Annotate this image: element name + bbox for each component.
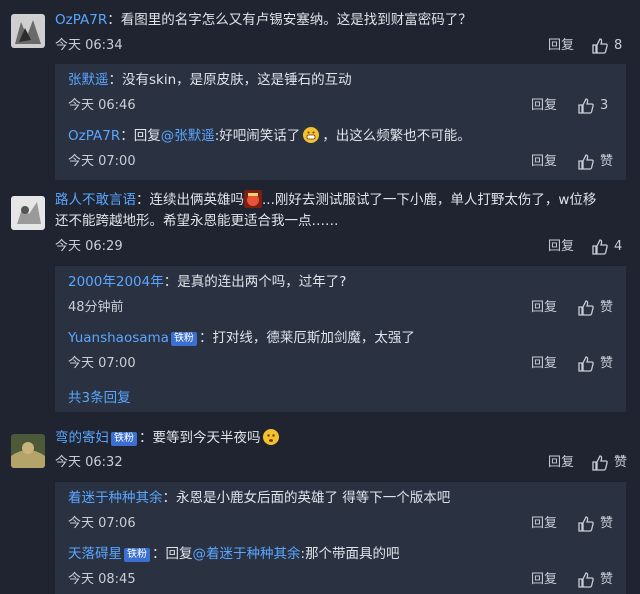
comment-text: 弯的寄妇 铁粉 ：要等到今天半夜吗 [55,428,626,449]
reply-item: 天落碍星 铁粉 ：回复@着迷于种种其余:那个带面具的吧 今天 08:45 回复 赞 [68,544,626,591]
thumbs-up-icon [592,239,608,255]
username-link[interactable]: OzPA7R [55,12,107,28]
mention-link[interactable]: @张默遥 [161,128,215,144]
reply-meta: 今天 08:45 回复 赞 [68,569,626,591]
fan-badge: 铁粉 [111,432,137,446]
reply-item: 着迷于种种其余：永恩是小鹿女后面的英雄了 得等下一个版本吧 今天 07:06 回… [68,488,626,535]
thumbs-up-icon [578,572,594,588]
like-count: 8 [614,38,623,53]
sticker-icon [244,190,262,208]
reply-username[interactable]: 着迷于种种其余 [68,490,163,506]
username-link[interactable]: 弯的寄妇 [55,430,109,446]
worried-emoji-icon [262,429,279,445]
comment-item: 弯的寄妇 铁粉 ：要等到今天半夜吗 今天 06:32 回复 赞 着迷于种种其余：永恩… [0,422,640,594]
thumbs-up-icon [578,154,594,170]
reply-meta: 今天 07:00 回复 赞 [68,353,626,375]
like-button[interactable]: 赞 [578,353,614,375]
like-count: 3 [600,98,609,113]
like-button[interactable]: 3 [578,95,614,117]
fan-badge: 铁粉 [170,332,197,346]
timestamp: 今天 06:32 [55,455,123,470]
reply-body: 没有skin，是原皮肤，这是锤石的互动 [122,72,352,88]
thumbs-up-icon [578,98,594,114]
comment-meta: 今天 06:34 回复 8 [55,35,640,57]
reply-meta: 今天 06:46 回复 3 [68,95,626,117]
timestamp: 今天 07:00 [68,154,136,169]
timestamp: 48分钟前 [68,300,124,315]
comment-feed: OzPA7R：看图里的名字怎么又有卢锡安塞纳。这是找到财富密码了？ 今天 06:… [0,0,640,594]
comment-item: OzPA7R：看图里的名字怎么又有卢锡安塞纳。这是找到财富密码了？ 今天 06:… [0,0,640,180]
reply-button[interactable]: 回复 [548,452,574,474]
comment-text: 路人不敢言语：连续出俩英雄吗 ...刚好去测试服试了一下小鹿，单人打野太伤了，w位… [55,190,597,229]
timestamp: 今天 06:46 [68,98,136,113]
mention-link[interactable]: @着迷于种种其余 [193,546,301,562]
comment-item: 路人不敢言语：连续出俩英雄吗 ...刚好去测试服试了一下小鹿，单人打野太伤了，w位… [0,186,640,416]
reply-meta: 48分钟前 回复 赞 [68,297,626,319]
reply-meta: 今天 07:06 回复 赞 [68,513,626,535]
comment-meta: 今天 06:32 回复 赞 [55,452,640,474]
thumbs-up-icon [592,38,608,54]
fan-badge: 铁粉 [124,548,150,562]
like-button[interactable]: 赞 [592,452,628,474]
like-button[interactable]: 赞 [578,151,614,173]
show-more-replies-link[interactable]: 共3条回复 [68,386,131,406]
reply-thread: 张默遥：没有skin，是原皮肤，这是锤石的互动 今天 06:46 回复 3 Oz… [55,64,626,180]
timestamp: 今天 07:06 [68,516,136,531]
reply-button[interactable]: 回复 [531,297,557,319]
like-label: 赞 [600,516,614,531]
reply-item: 2000年2004年：是真的连出两个吗，过年了? 48分钟前 回复 赞 [68,272,626,319]
like-button[interactable]: 赞 [578,297,614,319]
reply-button[interactable]: 回复 [531,353,557,375]
avatar[interactable] [11,14,45,48]
like-label: 赞 [600,572,614,587]
timestamp: 今天 06:29 [55,239,123,254]
reply-thread: 2000年2004年：是真的连出两个吗，过年了? 48分钟前 回复 赞 Yuan… [55,266,626,412]
like-label: 赞 [614,455,628,470]
comment-text: OzPA7R：看图里的名字怎么又有卢锡安塞纳。这是找到财富密码了？ [55,12,472,28]
like-label: 赞 [600,154,614,169]
avatar[interactable] [11,434,45,468]
reply-username[interactable]: 张默遥 [68,72,109,88]
reply-username[interactable]: 天落碍星 [68,546,122,562]
thumbs-up-icon [578,516,594,532]
reply-button[interactable]: 回复 [531,95,557,117]
like-button[interactable]: 赞 [578,569,614,591]
reply-username[interactable]: 2000年2004年 [68,274,164,290]
avatar[interactable] [11,196,45,230]
timestamp: 今天 06:34 [55,38,123,53]
thumbs-up-icon [578,300,594,316]
thumbs-up-icon [592,455,608,471]
reply-item: Yuanshaosama 铁粉 ：打对线，德莱厄斯加剑魔，太强了 今天 07:00 … [68,328,626,375]
like-label: 赞 [600,300,614,315]
like-button[interactable]: 赞 [578,513,614,535]
like-count: 4 [614,239,623,254]
like-button[interactable]: 4 [592,236,626,258]
comment-meta: 今天 06:29 回复 4 [55,236,640,258]
reply-username[interactable]: Yuanshaosama [68,330,169,346]
timestamp: 今天 07:00 [68,356,136,371]
reply-thread: 着迷于种种其余：永恩是小鹿女后面的英雄了 得等下一个版本吧 今天 07:06 回… [55,482,626,594]
comment-body: 看图里的名字怎么又有卢锡安塞纳。这是找到财富密码了？ [120,12,472,28]
grin-emoji-icon [303,127,320,143]
like-button[interactable]: 8 [592,35,626,57]
reply-item: 张默遥：没有skin，是原皮肤，这是锤石的互动 今天 06:46 回复 3 [68,70,626,117]
reply-item: OzPA7R：回复@张默遥:好吧闹笑话了 ，出这么频繁也不可能。 今天 07:00… [68,126,626,173]
timestamp: 今天 08:45 [68,572,136,587]
username-link[interactable]: 路人不敢言语 [55,192,136,208]
reply-button[interactable]: 回复 [548,35,574,57]
reply-button[interactable]: 回复 [531,151,557,173]
like-label: 赞 [600,356,614,371]
reply-button[interactable]: 回复 [531,569,557,591]
reply-button[interactable]: 回复 [531,513,557,535]
thumbs-up-icon [578,356,594,372]
reply-button[interactable]: 回复 [548,236,574,258]
reply-meta: 今天 07:00 回复 赞 [68,151,626,173]
reply-username[interactable]: OzPA7R [68,128,120,144]
